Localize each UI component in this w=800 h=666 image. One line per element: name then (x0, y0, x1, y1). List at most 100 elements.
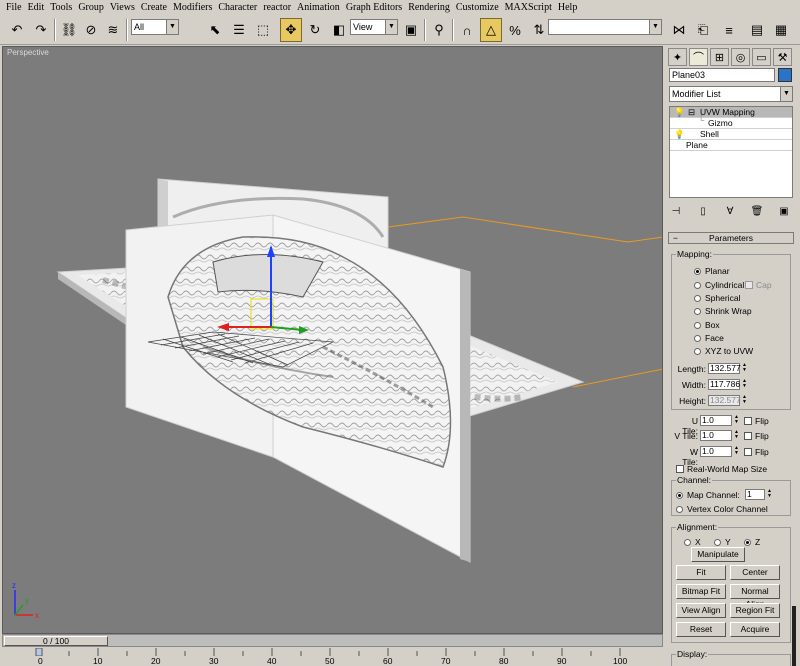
parameters-rollout-header[interactable]: − Parameters (668, 232, 794, 244)
menu-maxscript[interactable]: MAXScript (503, 2, 556, 13)
menu-rendering[interactable]: Rendering (406, 2, 454, 13)
modify-tab-icon[interactable]: ⌒ (689, 48, 708, 66)
spinner-arrows-icon[interactable]: ▲ ▼ (733, 446, 740, 457)
percent-snap-icon[interactable]: % (504, 18, 526, 42)
lightbulb-icon[interactable]: 💡 (674, 107, 685, 118)
map-channel-spinner[interactable]: 1 (745, 489, 765, 500)
center-button[interactable]: Center (730, 565, 780, 580)
track-bar[interactable]: 0 10 20 30 40 50 60 70 80 90 100 (0, 648, 664, 666)
object-color-swatch[interactable] (778, 68, 792, 82)
radio-align-x[interactable]: X (684, 537, 701, 547)
spinner-arrows-icon[interactable]: ▲ ▼ (733, 415, 740, 426)
u-tile-spinner[interactable]: 1.0 (700, 415, 732, 426)
motion-tab-icon[interactable]: ◎ (731, 48, 750, 66)
menu-reactor[interactable]: reactor (261, 2, 295, 13)
menu-group[interactable]: Group (76, 2, 108, 13)
region-fit-button[interactable]: Region Fit (730, 603, 780, 618)
remove-modifier-icon[interactable]: 🗑 (747, 203, 767, 219)
angle-snap-icon[interactable]: △ (480, 18, 502, 42)
v-tile-spinner[interactable]: 1.0 (700, 430, 732, 441)
radio-shrink-wrap[interactable]: Shrink Wrap (694, 306, 752, 316)
radio-align-y[interactable]: Y (714, 537, 731, 547)
display-tab-icon[interactable]: ▭ (752, 48, 771, 66)
cap-checkbox[interactable]: Cap (745, 280, 772, 290)
mirror-icon[interactable]: ⋈ (668, 18, 690, 42)
menu-customize[interactable]: Customize (454, 2, 503, 13)
radio-align-z[interactable]: Z (744, 537, 760, 547)
snaps-toggle-icon[interactable]: ∩ (456, 18, 478, 42)
lightbulb-icon[interactable]: 💡 (674, 129, 685, 140)
perspective-viewport[interactable]: Perspective z x y (2, 46, 663, 634)
stack-item-gizmo[interactable]: └ Gizmo (670, 115, 792, 129)
view-align-button[interactable]: View Align (676, 603, 726, 618)
curve-editor-icon[interactable]: ▤ (746, 18, 768, 42)
undo-icon[interactable]: ↶ (6, 18, 28, 42)
make-unique-icon[interactable]: ∀ (720, 203, 740, 219)
height-spinner[interactable]: 132.577 (708, 395, 741, 406)
align-icon[interactable]: ⎗ (692, 18, 714, 42)
show-end-result-icon[interactable]: ▯ (693, 203, 713, 219)
rect-selection-icon[interactable]: ⬚ (252, 18, 274, 42)
manipulate-button[interactable]: Manipulate (691, 547, 745, 562)
pivot-center-icon[interactable]: ▣ (400, 18, 422, 42)
acquire-button[interactable]: Acquire (730, 622, 780, 637)
manipulate-icon[interactable]: ⚲ (428, 18, 450, 42)
u-flip-checkbox[interactable]: Flip (744, 416, 769, 426)
time-slider[interactable]: 0 / 100 (2, 634, 663, 647)
spinner-arrows-icon[interactable]: ▲ ▼ (733, 430, 740, 441)
radio-xyz-to-uvw[interactable]: XYZ to UVW (694, 346, 753, 356)
menu-views[interactable]: Views (108, 2, 139, 13)
real-world-map-size-checkbox[interactable]: Real-World Map Size (676, 464, 767, 474)
create-tab-icon[interactable]: ✦ (668, 48, 687, 66)
object-name-field[interactable]: Plane03 (669, 68, 775, 82)
spinner-snap-icon[interactable]: ⇅ (528, 18, 550, 42)
radio-vertex-color-channel[interactable]: Vertex Color Channel (676, 504, 768, 514)
reset-button[interactable]: Reset (676, 622, 726, 637)
spinner-arrows-icon[interactable]: ▲ ▼ (741, 363, 748, 374)
menu-animation[interactable]: Animation (295, 2, 344, 13)
selection-filter-dropdown[interactable]: All ▼ (131, 19, 179, 35)
spinner-arrows-icon[interactable]: ▲ ▼ (766, 489, 773, 500)
named-selection-sets-dropdown[interactable]: ▼ (548, 19, 662, 35)
panel-scrollbar[interactable] (792, 606, 796, 666)
time-slider-thumb[interactable]: 0 / 100 (4, 636, 108, 646)
menu-create[interactable]: Create (139, 2, 171, 13)
menu-graph-editors[interactable]: Graph Editors (344, 2, 406, 13)
utilities-tab-icon[interactable]: ⚒ (773, 48, 792, 66)
menu-edit[interactable]: Edit (26, 2, 49, 13)
bitmap-fit-button[interactable]: Bitmap Fit (676, 584, 726, 599)
radio-spherical[interactable]: Spherical (694, 293, 740, 303)
schematic-view-icon[interactable]: ▦ (770, 18, 792, 42)
stack-item-shell[interactable]: 💡 Shell (670, 129, 792, 140)
w-flip-checkbox[interactable]: Flip (744, 447, 769, 457)
radio-cylindrical[interactable]: Cylindrical (694, 280, 744, 290)
menu-file[interactable]: File (4, 2, 26, 13)
select-and-move-icon[interactable]: ✥ (280, 18, 302, 42)
reference-coordinate-dropdown[interactable]: View ▼ (350, 19, 398, 35)
menu-tools[interactable]: Tools (48, 2, 76, 13)
configure-modifier-sets-icon[interactable]: ▣ (774, 203, 794, 219)
select-object-icon[interactable]: ⬉ (204, 18, 226, 42)
v-flip-checkbox[interactable]: Flip (744, 431, 769, 441)
menu-character[interactable]: Character (216, 2, 261, 13)
select-by-name-icon[interactable]: ☰ (228, 18, 250, 42)
menu-modifiers[interactable]: Modifiers (171, 2, 216, 13)
stack-item-uvw-mapping[interactable]: 💡 ⊟ UVW Mapping (670, 107, 792, 118)
width-spinner[interactable]: 117.786 (708, 379, 740, 390)
modifier-list-dropdown[interactable]: Modifier List ▼ (669, 86, 793, 102)
pin-stack-icon[interactable]: ⊣ (666, 203, 686, 219)
radio-face[interactable]: Face (694, 333, 724, 343)
layer-manager-icon[interactable]: ≡ (718, 18, 740, 42)
bind-space-warp-icon[interactable]: ≋ (102, 18, 124, 42)
spinner-arrows-icon[interactable]: ▲ ▼ (741, 379, 748, 390)
menu-help[interactable]: Help (556, 2, 581, 13)
redo-icon[interactable]: ↷ (30, 18, 52, 42)
spinner-arrows-icon[interactable]: ▲ ▼ (741, 395, 748, 406)
stack-item-plane[interactable]: Plane (670, 140, 792, 151)
radio-planar[interactable]: Planar (694, 266, 730, 276)
radio-box[interactable]: Box (694, 320, 720, 330)
select-and-link-icon[interactable]: ⛓ (58, 18, 80, 42)
collapse-icon[interactable]: ⊟ (688, 107, 695, 118)
radio-map-channel[interactable]: Map Channel: (676, 490, 740, 500)
length-spinner[interactable]: 132.577 (708, 363, 741, 374)
